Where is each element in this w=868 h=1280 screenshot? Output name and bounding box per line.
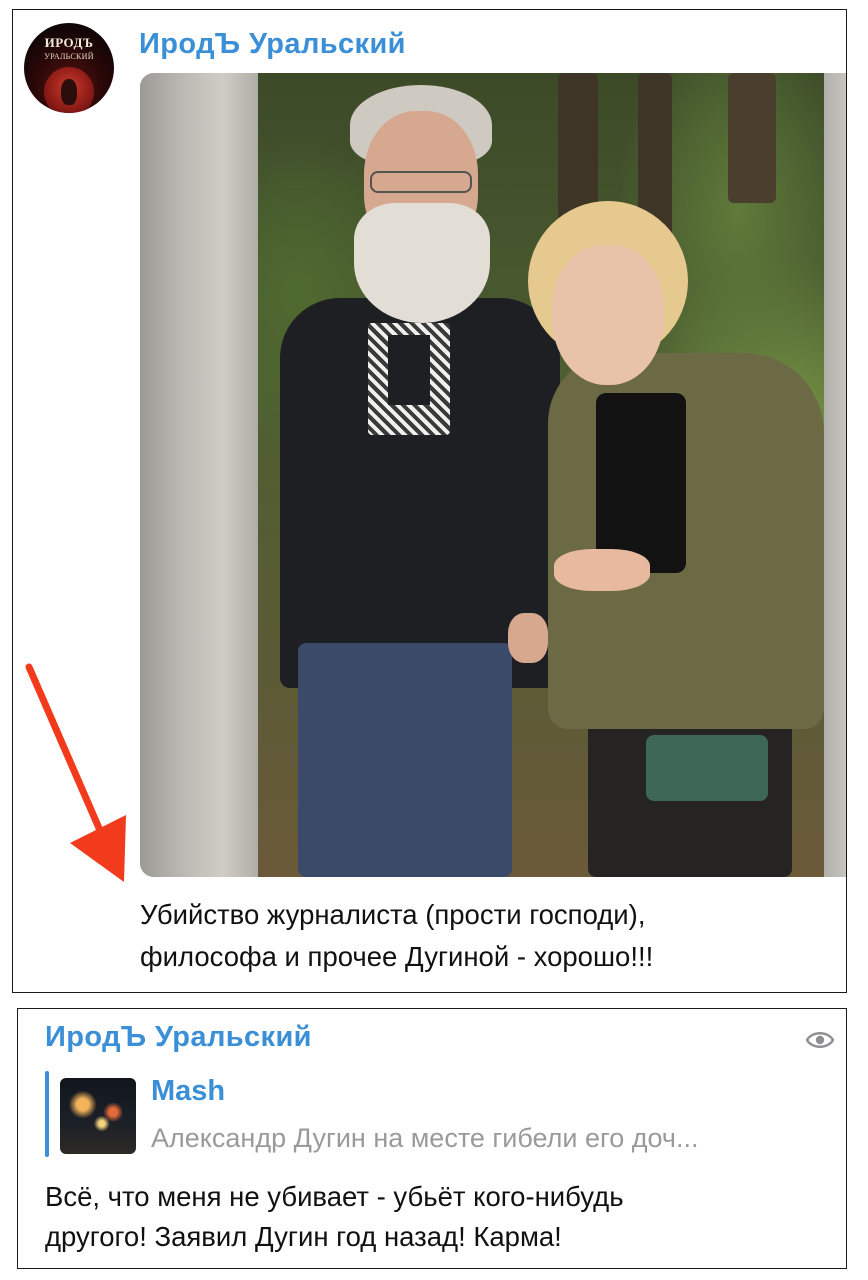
man-collar-inner xyxy=(388,335,430,405)
photo-blur-edge-left xyxy=(140,73,258,877)
avatar-figure xyxy=(61,79,77,105)
channel-name[interactable]: ИродЪ Уральский xyxy=(45,1021,312,1054)
post-photo[interactable] xyxy=(140,73,846,877)
post-text: Всё, что меня не убивает - убьёт кого-ни… xyxy=(45,1177,835,1257)
woman-jacket xyxy=(548,353,824,729)
forward-accent-bar xyxy=(45,1071,49,1157)
woman-top xyxy=(596,393,686,573)
forward-preview-text[interactable]: Александр Дугин на месте гибели его доч.… xyxy=(151,1123,843,1154)
post-text-line: Всё, что меня не убивает - убьёт кого-ни… xyxy=(45,1181,624,1212)
man-jeans xyxy=(298,643,512,877)
man-glasses xyxy=(370,171,472,193)
woman-hand xyxy=(554,549,650,591)
eye-icon xyxy=(805,1032,835,1048)
forward-source-name[interactable]: Mash xyxy=(151,1075,225,1108)
woman-bag xyxy=(646,735,768,801)
photo-blur-edge-right xyxy=(824,73,846,877)
channel-post-2: ИродЪ Уральский Mash Александр Дугин на … xyxy=(17,1008,847,1269)
tree-trunk xyxy=(728,73,776,203)
channel-avatar[interactable]: ИРОДЪ УРАЛЬСКИЙ xyxy=(24,23,114,113)
post-caption: Убийство журналиста (прости господи), фи… xyxy=(140,894,830,978)
post-text-line: другого! Заявил Дугин год назад! Карма! xyxy=(45,1221,562,1252)
avatar-logo-line2: УРАЛЬСКИЙ xyxy=(44,52,94,61)
woman-face xyxy=(552,245,664,385)
photo-content xyxy=(258,73,824,877)
avatar-logo-line1: ИРОДЪ xyxy=(44,35,94,50)
forward-thumbnail[interactable] xyxy=(60,1078,136,1154)
caption-line: Убийство журналиста (прости господи), xyxy=(140,899,646,930)
man-hand xyxy=(508,613,548,663)
channel-name[interactable]: ИродЪ Уральский xyxy=(139,28,406,61)
caption-line: философа и прочее Дугиной - хорошо!!! xyxy=(140,941,654,972)
channel-post-1: ИРОДЪ УРАЛЬСКИЙ ИродЪ Уральский Убийство… xyxy=(12,9,847,993)
man-beard xyxy=(354,203,490,323)
